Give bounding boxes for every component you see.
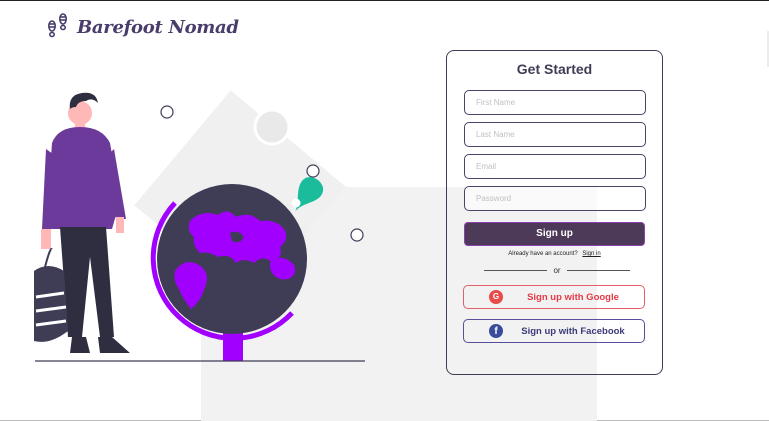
facebook-signup-button[interactable]: f Sign up with Facebook: [463, 319, 645, 343]
last-name-input[interactable]: [464, 122, 646, 147]
password-input[interactable]: [464, 186, 646, 211]
brand-name: Barefoot Nomad: [77, 17, 239, 38]
google-signup-label: Sign up with Google: [527, 292, 619, 303]
signup-button[interactable]: Sign up: [464, 222, 645, 246]
divider-line-right: [566, 270, 630, 271]
have-account-text: Already have an account?: [508, 251, 578, 257]
signin-link[interactable]: Sign in: [582, 251, 600, 257]
travel-illustration: [30, 71, 430, 371]
first-name-input[interactable]: [464, 90, 646, 115]
have-account-row: Already have an account? Sign in: [447, 251, 662, 257]
facebook-signup-label: Sign up with Facebook: [521, 326, 625, 337]
email-input[interactable]: [464, 154, 646, 179]
footprints-icon: [46, 12, 70, 43]
or-divider: or: [484, 266, 630, 275]
signup-card: Get Started Sign up Already have an acco…: [446, 50, 663, 375]
or-text: or: [553, 266, 561, 275]
divider-line-left: [484, 270, 548, 271]
google-signup-button[interactable]: G Sign up with Google: [463, 285, 645, 309]
card-title: Get Started: [516, 61, 593, 77]
brand-logo[interactable]: Barefoot Nomad: [46, 12, 239, 43]
